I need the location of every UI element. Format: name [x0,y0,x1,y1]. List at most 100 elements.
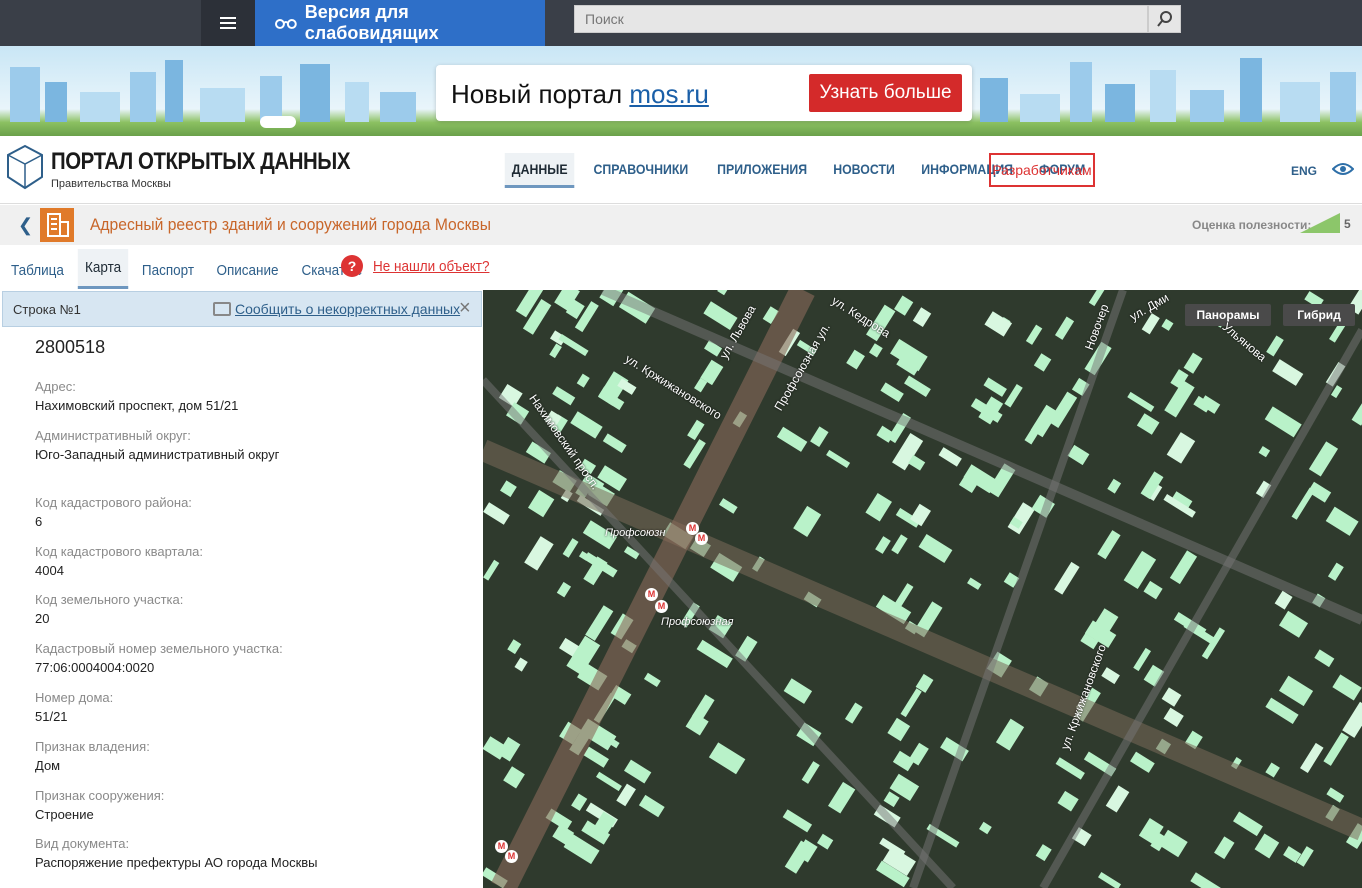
building-footprint[interactable] [995,718,1025,751]
building-footprint[interactable] [1190,872,1222,888]
building-footprint[interactable] [918,534,953,563]
hybrid-button[interactable]: Гибрид [1283,304,1355,326]
building-footprint[interactable] [570,411,603,439]
building-footprint[interactable] [892,750,915,772]
building-footprint[interactable] [687,419,705,441]
building-footprint[interactable] [571,793,588,811]
help-icon[interactable]: ? [341,255,363,277]
building-footprint[interactable] [1314,649,1335,668]
building-footprint[interactable] [1007,502,1035,535]
building-footprint[interactable] [984,311,1013,337]
tab-table[interactable]: Таблица [4,252,71,289]
report-incorrect-link[interactable]: Сообщить о некорректных данных [235,301,460,317]
building-footprint[interactable] [894,295,914,316]
building-footprint[interactable] [875,536,891,554]
building-footprint[interactable] [528,489,555,518]
building-footprint[interactable] [1025,324,1043,345]
building-footprint[interactable] [1233,811,1263,837]
satellite-map[interactable]: Панорамы Гибрид ул. Кедрова ул. Дми Улья… [483,290,1362,888]
building-footprint[interactable] [1097,530,1121,560]
building-footprint[interactable] [624,759,652,784]
building-footprint[interactable] [1272,359,1304,386]
building-footprint[interactable] [717,290,731,296]
building-footprint[interactable] [846,349,865,370]
building-footprint[interactable] [483,559,500,581]
building-footprint[interactable] [1169,550,1198,585]
building-footprint[interactable] [1004,383,1023,408]
building-footprint[interactable] [708,742,746,775]
building-footprint[interactable] [500,480,517,498]
metro-icon[interactable]: М [655,600,668,613]
building-footprint[interactable] [967,577,982,590]
building-footprint[interactable] [1332,674,1362,701]
building-footprint[interactable] [1258,446,1271,458]
building-footprint[interactable] [865,492,892,522]
not-found-link[interactable]: Не нашли объект? [373,258,489,275]
building-footprint[interactable] [549,343,562,359]
building-footprint[interactable] [801,761,820,784]
building-footprint[interactable] [1278,610,1309,638]
building-footprint[interactable] [585,605,614,641]
language-switch[interactable]: ENG [1291,164,1317,178]
building-footprint[interactable] [552,386,576,406]
building-footprint[interactable] [524,536,554,571]
building-footprint[interactable] [938,447,962,467]
building-footprint[interactable] [1327,562,1344,581]
building-footprint[interactable] [1300,742,1324,773]
learn-more-button[interactable]: Узнать больше [809,74,962,112]
building-footprint[interactable] [844,702,863,724]
building-footprint[interactable] [816,833,834,850]
building-footprint[interactable] [1033,353,1052,372]
nav-apps[interactable]: ПРИЛОЖЕНИЯ [710,153,814,188]
building-footprint[interactable] [1101,667,1120,685]
building-footprint[interactable] [562,538,579,558]
building-footprint[interactable] [826,449,851,468]
building-footprint[interactable] [793,505,822,537]
tab-description[interactable]: Описание [209,252,286,289]
building-footprint[interactable] [1254,833,1280,859]
building-footprint[interactable] [558,333,589,357]
building-footprint[interactable] [1323,732,1349,766]
back-chevron-icon[interactable]: ❮ [18,215,33,236]
building-footprint[interactable] [887,717,911,742]
building-footprint[interactable] [891,534,908,555]
building-footprint[interactable] [643,672,661,688]
building-footprint[interactable] [1214,836,1235,860]
building-footprint[interactable] [983,377,1007,397]
building-footprint[interactable] [912,307,932,327]
building-footprint[interactable] [602,433,627,453]
menu-button[interactable] [201,0,255,46]
building-footprint[interactable] [1308,441,1339,477]
mos-ru-link[interactable]: mos.ru [629,79,708,109]
building-footprint[interactable] [1325,506,1359,536]
building-footprint[interactable] [810,426,829,448]
building-footprint[interactable] [1342,701,1362,738]
building-footprint[interactable] [1143,580,1163,600]
building-footprint[interactable] [1054,561,1080,595]
building-footprint[interactable] [776,426,808,452]
building-footprint[interactable] [1326,787,1345,803]
building-footprint[interactable] [596,771,622,792]
building-footprint[interactable] [1265,762,1280,778]
building-footprint[interactable] [638,794,665,818]
building-footprint[interactable] [1166,432,1196,464]
building-footprint[interactable] [483,502,510,525]
portal-logo-icon[interactable] [6,144,44,190]
building-footprint[interactable] [576,373,590,388]
building-footprint[interactable] [691,694,715,722]
building-footprint[interactable] [503,766,525,789]
building-footprint[interactable] [1351,403,1362,426]
portal-title[interactable]: ПОРТАЛ ОТКРЫТЫХ ДАННЫХ [51,148,350,176]
building-footprint[interactable] [883,791,900,808]
building-footprint[interactable] [1161,318,1174,331]
building-footprint[interactable] [1163,707,1184,727]
building-footprint[interactable] [880,382,904,403]
building-footprint[interactable] [1183,352,1203,374]
building-footprint[interactable] [1107,478,1122,494]
eye-icon[interactable] [1332,162,1354,176]
metro-icon[interactable]: М [505,850,518,863]
building-footprint[interactable] [869,343,883,358]
building-footprint[interactable] [1127,391,1155,413]
building-footprint[interactable] [893,583,914,610]
building-footprint[interactable] [1291,487,1315,520]
